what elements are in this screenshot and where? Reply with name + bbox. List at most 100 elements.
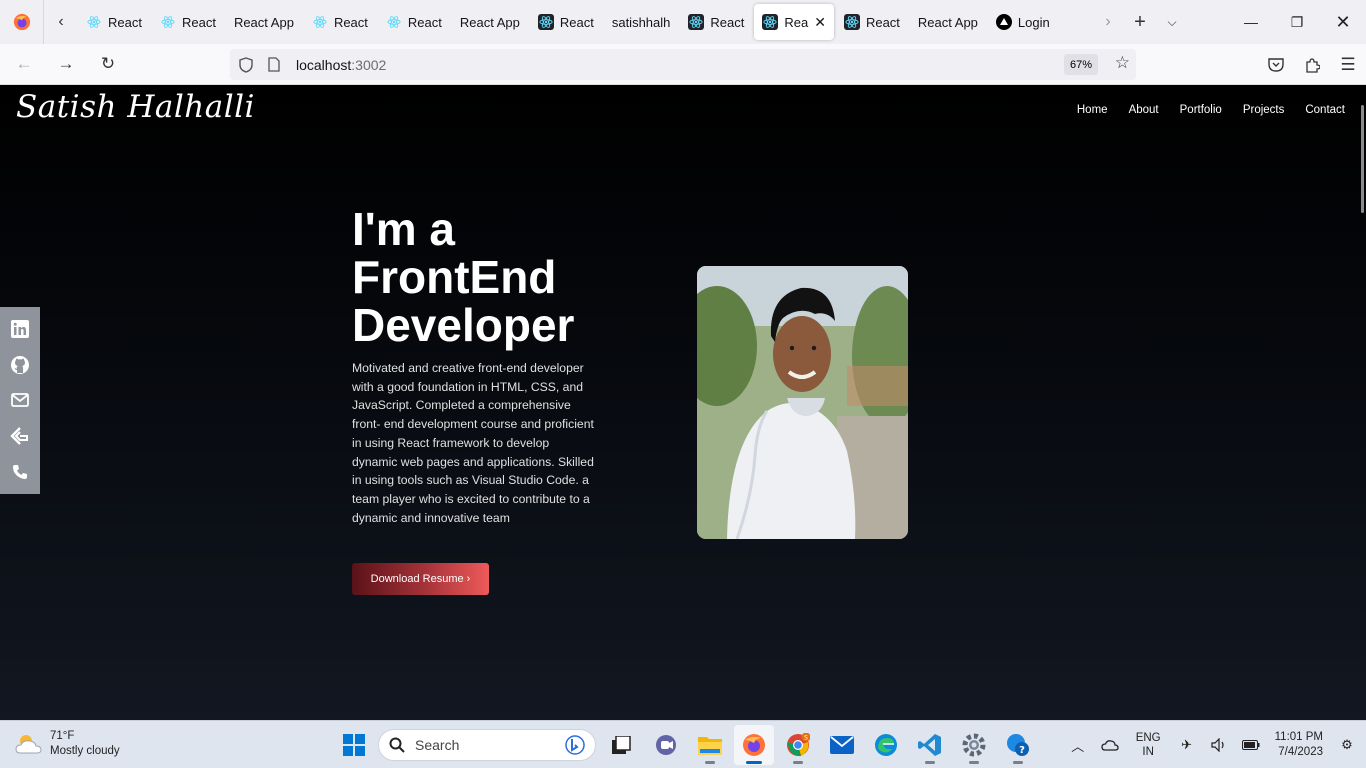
windows-taskbar: 71°F Mostly cloudy Search S ? ︿ ENG IN ✈… bbox=[0, 720, 1366, 768]
battery-icon[interactable] bbox=[1238, 732, 1264, 758]
chrome-icon[interactable]: S bbox=[778, 725, 818, 765]
task-view-icon[interactable] bbox=[602, 725, 642, 765]
start-button[interactable] bbox=[334, 725, 374, 765]
app-menu-icon[interactable]: ☰ bbox=[1330, 47, 1366, 83]
firefox-taskbar-icon[interactable] bbox=[734, 725, 774, 765]
minimize-button[interactable]: — bbox=[1228, 0, 1274, 44]
forward-button[interactable]: → bbox=[48, 46, 84, 82]
close-window-button[interactable]: ✕ bbox=[1320, 0, 1366, 44]
list-all-tabs-icon[interactable]: ⌵ bbox=[1156, 0, 1188, 44]
nav-contact[interactable]: Contact bbox=[1305, 104, 1345, 116]
weather-widget[interactable]: 71°F Mostly cloudy bbox=[14, 729, 120, 759]
phone-icon[interactable] bbox=[10, 462, 30, 482]
onedrive-sync-icon[interactable] bbox=[1097, 732, 1123, 758]
weather-condition: Mostly cloudy bbox=[50, 745, 120, 757]
mail-app-icon[interactable] bbox=[822, 725, 862, 765]
vscode-icon[interactable] bbox=[910, 725, 950, 765]
help-icon[interactable]: ? bbox=[998, 725, 1038, 765]
system-tray: ︿ ENG IN ✈ 11:01 PM 7/4/2023 ⚙ bbox=[1062, 721, 1366, 768]
browser-tab-title: React App bbox=[917, 14, 978, 30]
browser-tab[interactable]: React bbox=[836, 4, 908, 40]
weather-temp: 71°F bbox=[50, 730, 75, 742]
restore-button[interactable]: ❐ bbox=[1274, 0, 1320, 44]
pocket-icon[interactable] bbox=[1258, 47, 1294, 83]
page-icon bbox=[262, 53, 286, 77]
clock-date: 7/4/2023 bbox=[1278, 746, 1323, 758]
browser-tab-title: React bbox=[559, 14, 594, 30]
firefox-menu-icon[interactable] bbox=[0, 0, 44, 44]
close-tab-icon[interactable]: ✕ bbox=[814, 14, 826, 31]
download-resume-button[interactable]: Download Resume › bbox=[352, 563, 489, 595]
browser-tab-title: React bbox=[710, 14, 745, 30]
mail-icon[interactable] bbox=[10, 390, 30, 410]
browser-tab-title: React bbox=[108, 14, 142, 30]
browser-tab-title: Login bbox=[1017, 14, 1050, 30]
back-button[interactable]: ← bbox=[6, 46, 42, 82]
nav-portfolio[interactable]: Portfolio bbox=[1180, 104, 1222, 116]
browser-tab[interactable]: React bbox=[378, 4, 450, 40]
tab-scroll-right-icon[interactable]: › bbox=[1092, 0, 1124, 44]
social-sidebar bbox=[0, 307, 40, 494]
clock-time: 11:01 PM bbox=[1274, 731, 1323, 743]
react-icon bbox=[86, 14, 102, 30]
browser-tab[interactable]: React App bbox=[226, 4, 302, 40]
browser-tab[interactable]: React bbox=[304, 4, 376, 40]
react-dark-icon bbox=[688, 14, 705, 30]
browser-tab[interactable]: React bbox=[680, 4, 752, 40]
browser-tab[interactable]: satishhalh bbox=[604, 4, 679, 40]
linkedin-icon[interactable] bbox=[10, 319, 30, 339]
bookmark-star-icon[interactable]: ☆ bbox=[1115, 53, 1130, 73]
language-indicator[interactable]: ENG IN bbox=[1136, 731, 1161, 759]
nav-projects[interactable]: Projects bbox=[1243, 104, 1285, 116]
teams-chat-icon[interactable] bbox=[646, 725, 686, 765]
cloud-sun-icon bbox=[15, 735, 42, 754]
profile-photo bbox=[697, 266, 908, 539]
reload-button[interactable]: ↻ bbox=[90, 46, 126, 82]
url-text[interactable]: localhost:3002 bbox=[296, 57, 386, 73]
nav-about[interactable]: About bbox=[1129, 104, 1159, 116]
browser-tab[interactable]: Rea ✕ bbox=[754, 4, 834, 40]
nav-home[interactable]: Home bbox=[1077, 104, 1108, 116]
search-placeholder: Search bbox=[415, 737, 460, 753]
edge-icon[interactable] bbox=[866, 725, 906, 765]
page-scrollbar[interactable] bbox=[1361, 105, 1364, 213]
language-code: ENG bbox=[1135, 732, 1161, 744]
browser-tab-title: satishhalh bbox=[611, 14, 671, 30]
browser-tab-title: React App bbox=[233, 14, 294, 30]
github-icon[interactable] bbox=[10, 355, 30, 375]
bing-icon[interactable] bbox=[565, 735, 585, 755]
portfolio-page: Satish Halhalli Home About Portfolio Pro… bbox=[0, 85, 1366, 720]
browser-tab-title: React bbox=[865, 14, 900, 30]
hero-bio: Motivated and creative front-end develop… bbox=[352, 361, 594, 525]
tab-scroll-left-icon[interactable]: ‹ bbox=[44, 0, 78, 44]
browser-tab[interactable]: Login bbox=[988, 4, 1058, 40]
resume-icon[interactable] bbox=[10, 426, 30, 446]
zoom-indicator[interactable]: 67% bbox=[1063, 54, 1098, 75]
new-tab-button[interactable]: + bbox=[1124, 0, 1156, 44]
browser-tab[interactable]: React App bbox=[910, 4, 986, 40]
vercel-icon bbox=[995, 14, 1012, 30]
browser-tab[interactable]: React bbox=[78, 4, 150, 40]
airplane-mode-icon[interactable]: ✈ bbox=[1174, 732, 1200, 758]
browser-toolbar: ← → ↻ localhost:3002 67% ☆ ☰ bbox=[0, 44, 1366, 85]
browser-tab[interactable]: React bbox=[530, 4, 602, 40]
clock[interactable]: 11:01 PM 7/4/2023 bbox=[1275, 730, 1323, 760]
browser-tab[interactable]: React bbox=[152, 4, 224, 40]
settings-icon[interactable] bbox=[954, 725, 994, 765]
extensions-icon[interactable] bbox=[1294, 47, 1330, 83]
notification-icon[interactable]: ⚙ bbox=[1334, 732, 1360, 758]
volume-icon[interactable] bbox=[1206, 732, 1232, 758]
svg-text:?: ? bbox=[1019, 745, 1025, 756]
site-nav: Home About Portfolio Projects Contact bbox=[1056, 104, 1345, 116]
browser-tab-title: React App bbox=[459, 14, 520, 30]
file-explorer-icon[interactable] bbox=[690, 725, 730, 765]
shield-icon[interactable] bbox=[234, 53, 258, 77]
browser-tab[interactable]: React App bbox=[452, 4, 528, 40]
react-dark-icon bbox=[537, 14, 554, 30]
site-brand[interactable]: Satish Halhalli bbox=[16, 89, 255, 125]
browser-tab-title: React bbox=[181, 14, 216, 30]
browser-tab-title: Rea bbox=[784, 14, 809, 30]
taskbar-search[interactable]: Search bbox=[378, 729, 596, 761]
address-bar[interactable]: localhost:3002 67% ☆ bbox=[230, 49, 1136, 80]
show-hidden-icons-chevron-icon[interactable]: ︿ bbox=[1065, 732, 1091, 758]
